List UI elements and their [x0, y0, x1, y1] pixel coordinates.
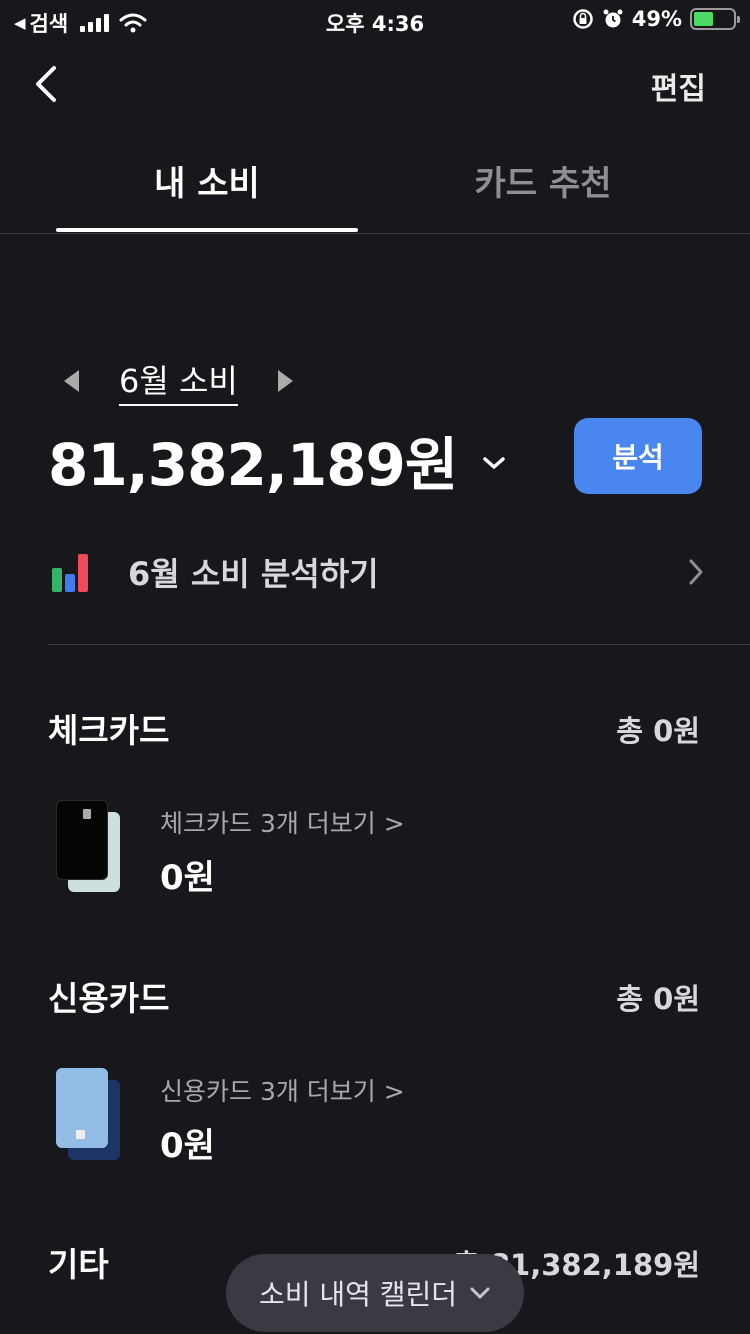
bar-chart-icon [52, 552, 92, 592]
battery-icon [690, 8, 740, 30]
nav-bar: 편집 [0, 50, 750, 116]
battery-percent: 49% [631, 7, 682, 31]
credit-card-image [56, 1068, 126, 1168]
rotation-lock-icon [572, 9, 593, 29]
tab-my-spending[interactable]: 내 소비 [56, 156, 358, 205]
credit-card-item[interactable]: 신용카드 3개 더보기 > 0원 [48, 1068, 704, 1178]
chevron-down-icon[interactable] [481, 454, 507, 472]
total-amount: 81,382,189원 [48, 431, 458, 499]
credit-card-amount: 0원 [160, 1126, 215, 1166]
status-bar: ◀ 검색 오후 4:36 49% [0, 0, 750, 40]
battery-level [694, 12, 713, 26]
analysis-link-label: 6월 소비 분석하기 [128, 555, 379, 593]
chevron-down-icon [470, 1287, 490, 1299]
credit-card-more-link[interactable]: 신용카드 3개 더보기 > [160, 1072, 405, 1108]
tab-bar: 내 소비 카드 추천 [0, 140, 750, 234]
chevron-right-icon [689, 559, 703, 585]
analyze-button[interactable]: 분석 [574, 418, 702, 494]
spending-analysis-link[interactable]: 6월 소비 분석하기 [48, 540, 704, 604]
spending-calendar-button[interactable]: 소비 내역 캘린더 [226, 1254, 524, 1332]
tab-card-recommendation[interactable]: 카드 추천 [392, 156, 694, 205]
check-card-item[interactable]: 체크카드 3개 더보기 > 0원 [48, 800, 704, 910]
active-tab-indicator [56, 228, 358, 232]
spending-calendar-label: 소비 내역 캘린더 [258, 1278, 458, 1311]
chevron-left-icon[interactable] [26, 62, 70, 106]
credit-card-title: 신용카드 [48, 979, 170, 1018]
prev-month-icon[interactable] [64, 370, 79, 392]
edit-button[interactable]: 편집 [651, 64, 706, 108]
divider [48, 644, 750, 645]
check-card-more-link[interactable]: 체크카드 3개 더보기 > [160, 804, 405, 840]
check-card-amount: 0원 [160, 858, 215, 898]
other-title: 기타 [48, 1245, 109, 1284]
alarm-icon [603, 9, 623, 28]
next-month-icon[interactable] [277, 370, 293, 392]
check-card-title: 체크카드 [48, 711, 170, 750]
month-selector: 6월 소비 [48, 356, 293, 406]
credit-card-total: 총 0원 [616, 982, 700, 1016]
check-card-image [56, 800, 126, 900]
check-card-total: 총 0원 [616, 714, 700, 748]
total-spending[interactable]: 81,382,189원 [48, 418, 507, 502]
month-label[interactable]: 6월 소비 [119, 356, 238, 406]
